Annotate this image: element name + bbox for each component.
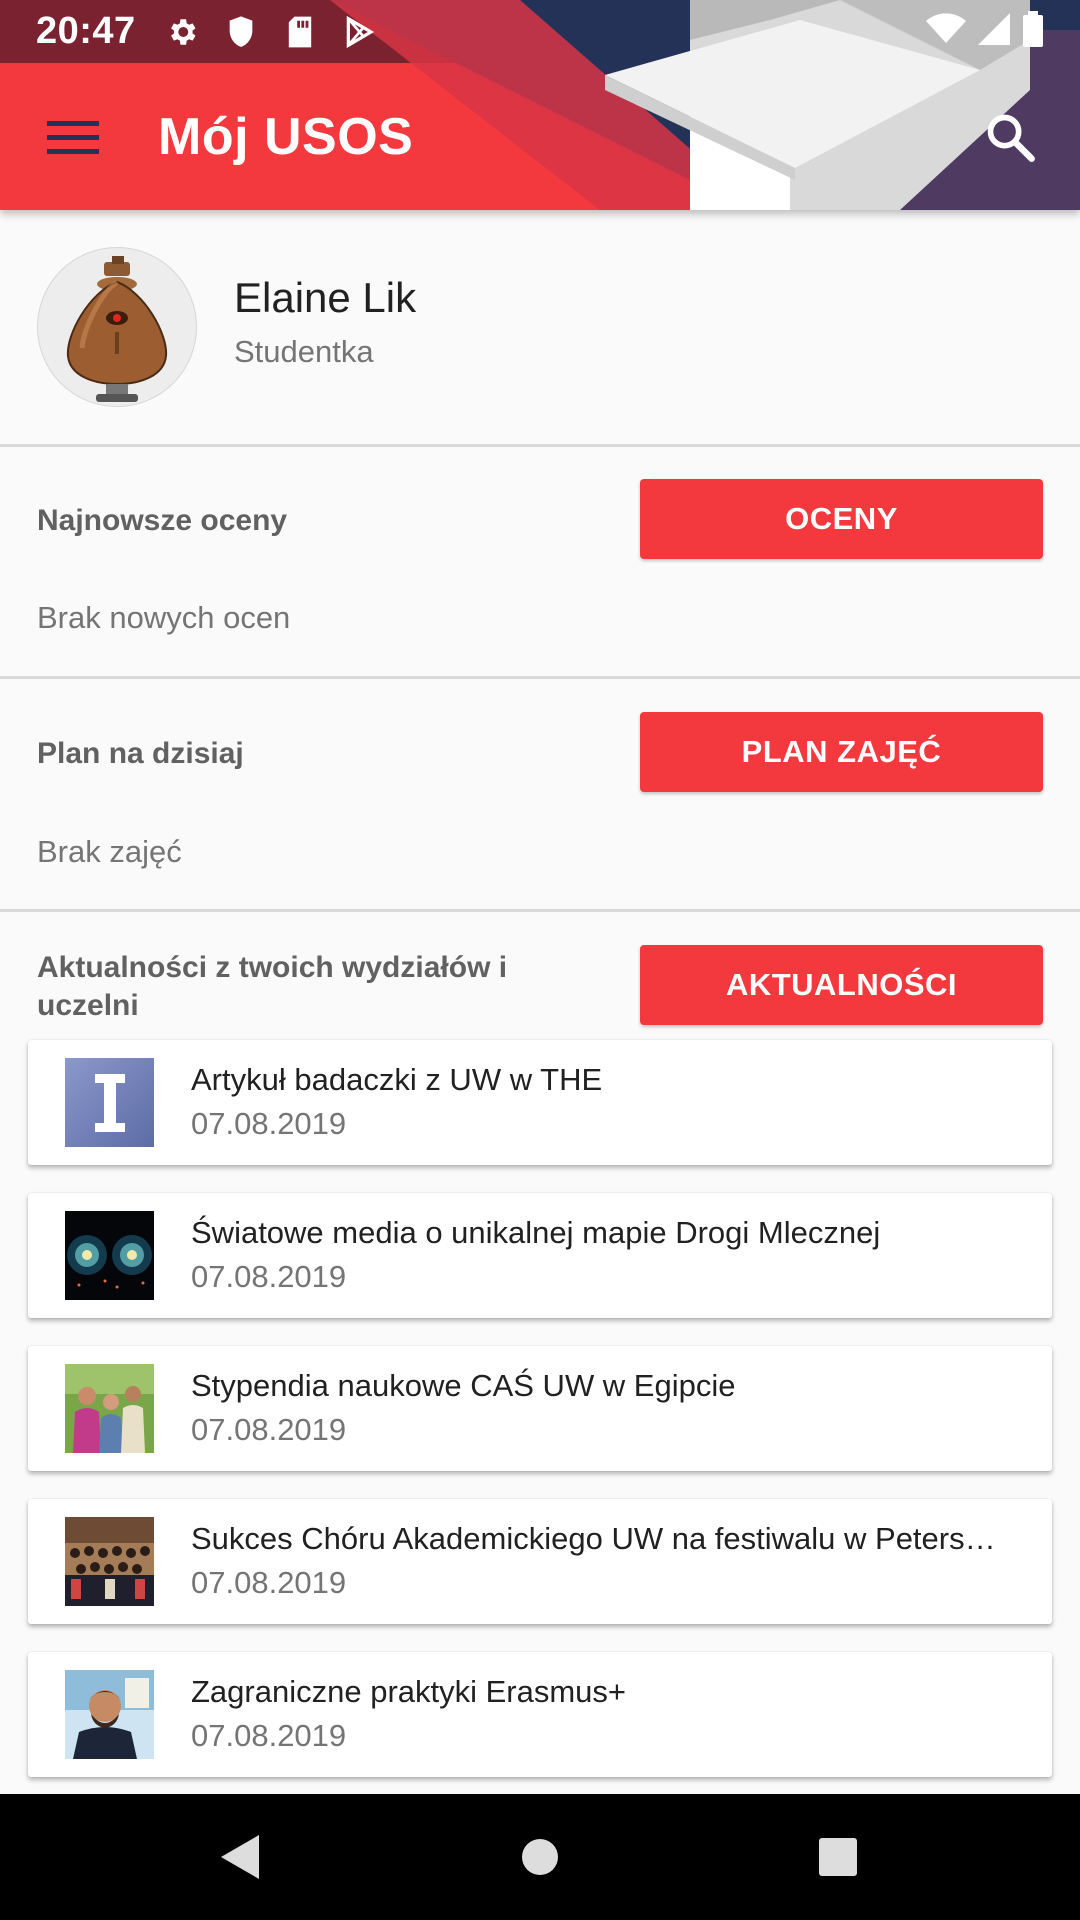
divider xyxy=(0,909,1080,912)
news-date: 07.08.2019 xyxy=(191,1412,347,1447)
news-item[interactable]: Światowe media o unikalnej mapie Drogi M… xyxy=(28,1193,1052,1318)
app-bar: Mój USOS xyxy=(0,63,1080,210)
battery-icon xyxy=(1022,11,1044,52)
news-label-line1: Aktualności z twoich wydziałów i xyxy=(37,951,508,984)
news-label-line2: uczelni xyxy=(37,989,139,1022)
news-title: Światowe media o unikalnej mapie Drogi M… xyxy=(191,1215,881,1250)
settings-icon xyxy=(164,14,200,50)
profile-section[interactable]: Elaine Lik Studentka xyxy=(0,210,1080,444)
news-date: 07.08.2019 xyxy=(191,1259,347,1294)
news-title: Sukces Chóru Akademickiego UW na festiwa… xyxy=(191,1521,1011,1556)
news-item[interactable]: Zagraniczne praktyki Erasmus+ 07.08.2019 xyxy=(28,1652,1052,1777)
shield-icon xyxy=(223,14,259,50)
schedule-empty-text: Brak zajęć xyxy=(37,834,182,869)
status-right-icons xyxy=(926,11,1044,52)
news-item[interactable]: Stypendia naukowe CAŚ UW w Egipcie 07.08… xyxy=(28,1346,1052,1471)
app-title: Mój USOS xyxy=(158,107,414,166)
back-icon[interactable] xyxy=(206,1824,272,1890)
wifi-icon xyxy=(926,13,966,50)
news-thumbnail xyxy=(65,1517,154,1606)
grades-empty-text: Brak nowych ocen xyxy=(37,600,291,635)
app-header: 20:47 Mój USOS xyxy=(0,0,1080,210)
news-title: Zagraniczne praktyki Erasmus+ xyxy=(191,1674,627,1709)
signal-icon xyxy=(978,13,1010,50)
news-thumbnail xyxy=(65,1670,154,1759)
news-button[interactable]: AKTUALNOŚCI xyxy=(640,945,1043,1025)
profile-role: Studentka xyxy=(234,334,374,369)
news-item[interactable]: Sukces Chóru Akademickiego UW na festiwa… xyxy=(28,1499,1052,1624)
robot-avatar-icon xyxy=(66,256,168,402)
search-icon[interactable] xyxy=(970,97,1050,177)
divider xyxy=(0,444,1080,447)
news-label: Aktualności z twoich wydziałów i uczelni xyxy=(37,949,507,1025)
recents-icon[interactable] xyxy=(805,1824,871,1890)
status-time: 20:47 xyxy=(36,10,136,52)
schedule-label: Plan na dzisiaj xyxy=(37,737,244,770)
profile-name: Elaine Lik xyxy=(234,274,417,321)
news-date: 07.08.2019 xyxy=(191,1106,347,1141)
news-item[interactable]: Artykuł badaczki z UW w THE 07.08.2019 xyxy=(28,1040,1052,1165)
news-thumbnail xyxy=(65,1211,154,1300)
grades-button[interactable]: OCENY xyxy=(640,479,1043,559)
grades-label: Najnowsze oceny xyxy=(37,504,288,537)
profile-info: Elaine Lik Studentka xyxy=(234,274,416,370)
news-date: 07.08.2019 xyxy=(191,1565,347,1600)
schedule-button[interactable]: PLAN ZAJĘĆ xyxy=(640,712,1043,792)
divider xyxy=(0,676,1080,679)
news-thumbnail xyxy=(65,1364,154,1453)
play-store-icon xyxy=(341,14,377,50)
status-bar: 20:47 xyxy=(0,0,1080,63)
sd-card-icon xyxy=(282,14,318,50)
home-icon[interactable] xyxy=(507,1824,573,1890)
news-title: Artykuł badaczki z UW w THE xyxy=(191,1062,603,1097)
news-title: Stypendia naukowe CAŚ UW w Egipcie xyxy=(191,1368,736,1403)
hamburger-menu-icon[interactable] xyxy=(36,100,110,174)
news-date: 07.08.2019 xyxy=(191,1718,347,1753)
avatar xyxy=(37,247,197,407)
news-thumbnail xyxy=(65,1058,154,1147)
system-nav-bar xyxy=(0,1794,1080,1920)
